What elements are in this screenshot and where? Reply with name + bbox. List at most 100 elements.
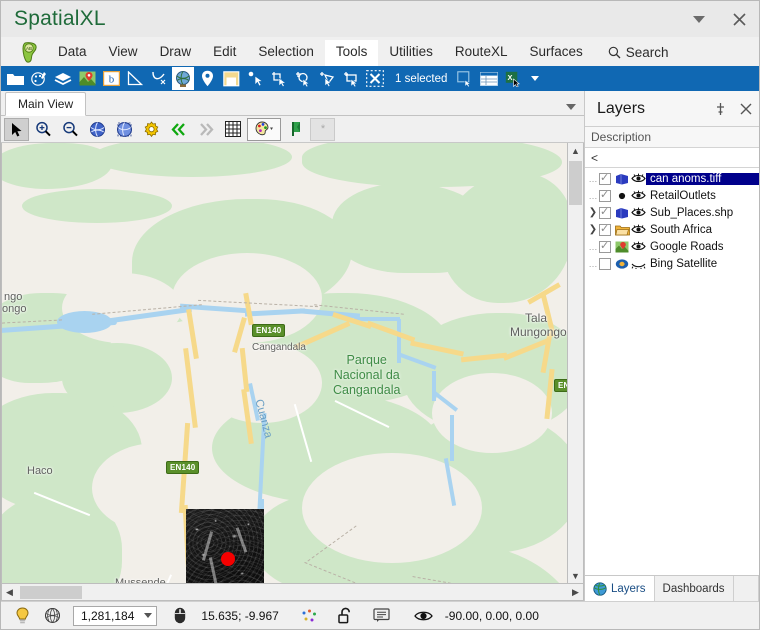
- menu-item-tools[interactable]: Tools: [324, 40, 379, 66]
- layer-visibility-off-icon[interactable]: [630, 258, 646, 269]
- chevron-down-icon: [693, 15, 705, 23]
- view-settings-gear-icon[interactable]: [139, 118, 164, 141]
- layers-column-header[interactable]: Description: [585, 127, 759, 148]
- scroll-up-icon[interactable]: ▲: [568, 143, 583, 158]
- copy-selection-icon[interactable]: [454, 67, 476, 90]
- raster-overlay-can-anoms[interactable]: [186, 509, 264, 583]
- map-vertical-scrollbar[interactable]: ▲ ▼: [568, 143, 584, 584]
- layers-panel-close-button[interactable]: [733, 96, 759, 122]
- select-circle-icon[interactable]: [292, 67, 314, 90]
- unlocked-icon[interactable]: [331, 607, 361, 624]
- layer-row-retail-outlets[interactable]: … RetailOutlets: [585, 187, 759, 204]
- tab-main-view[interactable]: Main View: [5, 92, 87, 116]
- scroll-down-icon[interactable]: ▼: [568, 568, 583, 583]
- ribbon-overflow-icon[interactable]: [531, 76, 540, 81]
- menu-item-utilities[interactable]: Utilities: [378, 40, 444, 66]
- message-icon[interactable]: [367, 608, 397, 623]
- select-polygon-icon[interactable]: [316, 67, 338, 90]
- menu-item-view[interactable]: View: [98, 40, 149, 66]
- select-rectangle-icon[interactable]: [268, 67, 290, 90]
- note-window-icon[interactable]: [220, 67, 242, 90]
- globe-wireframe-icon[interactable]: [37, 607, 67, 624]
- location-marker-icon[interactable]: [196, 67, 218, 90]
- layer-row-sub-places[interactable]: ❯ Sub_Places.shp: [585, 204, 759, 221]
- select-point-icon[interactable]: [244, 67, 266, 90]
- close-button[interactable]: [719, 1, 759, 37]
- search-box[interactable]: Search: [594, 41, 679, 66]
- clear-selection-icon[interactable]: [364, 67, 386, 90]
- expand-arrow-icon[interactable]: ❯: [587, 207, 599, 218]
- select-box-icon[interactable]: [340, 67, 362, 90]
- menu-item-surfaces[interactable]: Surfaces: [518, 40, 593, 66]
- minimize-button[interactable]: [679, 1, 719, 37]
- svg-text:X: X: [507, 72, 512, 81]
- open-folder-icon[interactable]: [4, 67, 26, 90]
- menu-item-routexl[interactable]: RouteXL: [444, 40, 519, 66]
- attribute-table-icon[interactable]: [478, 67, 500, 90]
- lightbulb-icon[interactable]: [7, 606, 37, 625]
- layer-visibility-icon[interactable]: [630, 173, 646, 184]
- pin-button[interactable]: [707, 96, 733, 122]
- tab-layers[interactable]: Layers: [585, 576, 655, 601]
- application-window: SpatialXL AB Data View Draw Edit Selecti…: [0, 0, 760, 630]
- zoom-out-icon[interactable]: [58, 118, 83, 141]
- view-toolbar: *: [1, 116, 584, 143]
- map-horizontal-scrollbar[interactable]: ◀ ▶: [1, 584, 584, 601]
- measure-angle-icon[interactable]: [124, 67, 146, 90]
- tab-dashboards[interactable]: Dashboards: [654, 576, 734, 601]
- globe-3d-icon[interactable]: [172, 67, 194, 90]
- layers-collapse-row[interactable]: <: [585, 148, 759, 168]
- selected-point-marker[interactable]: [221, 552, 235, 566]
- layer-visibility-icon[interactable]: [630, 207, 646, 218]
- layer-visibility-icon[interactable]: [630, 224, 646, 235]
- menu-item-draw[interactable]: Draw: [149, 40, 203, 66]
- grid-icon[interactable]: [220, 118, 245, 141]
- layer-visibility-icon[interactable]: [630, 241, 646, 252]
- menu-item-edit[interactable]: Edit: [202, 40, 247, 66]
- scroll-left-icon[interactable]: ◀: [2, 585, 17, 600]
- menu-item-data[interactable]: Data: [47, 40, 98, 66]
- expand-arrow-icon[interactable]: ❯: [587, 224, 599, 235]
- layer-checkbox[interactable]: [599, 171, 611, 185]
- zoom-extents-icon[interactable]: [85, 118, 110, 141]
- africa-logo-icon[interactable]: AB: [13, 39, 47, 65]
- previous-view-icon[interactable]: [166, 118, 191, 141]
- zoom-layer-icon[interactable]: [112, 118, 137, 141]
- layer-checkbox[interactable]: [599, 257, 611, 270]
- layer-checkbox[interactable]: [599, 188, 611, 202]
- scroll-right-icon[interactable]: ▶: [568, 585, 583, 600]
- layers-stack-icon[interactable]: [52, 67, 74, 90]
- zoom-in-icon[interactable]: [31, 118, 56, 141]
- layer-row-can-anoms[interactable]: … can anoms.tiff: [585, 170, 759, 187]
- menu-item-selection[interactable]: Selection: [247, 40, 325, 66]
- vertical-scroll-thumb[interactable]: [569, 161, 582, 205]
- tabstrip-overflow-icon[interactable]: [566, 104, 576, 110]
- theme-palette-icon[interactable]: [247, 117, 281, 141]
- layer-checkbox[interactable]: [599, 205, 611, 219]
- curve-tool-icon[interactable]: [148, 67, 170, 90]
- layer-checkbox[interactable]: [599, 222, 611, 236]
- layer-checkbox[interactable]: [599, 239, 611, 253]
- layer-row-bing-satellite[interactable]: … Bing Satellite: [585, 255, 759, 272]
- main-body: Main View * ngo ongo Haco Mussende Canga…: [1, 91, 759, 601]
- map-canvas[interactable]: ngo ongo Haco Mussende Cangandala Tala M…: [1, 143, 568, 584]
- layer-visibility-icon[interactable]: [630, 190, 646, 201]
- layer-row-google-roads[interactable]: … Google Roads: [585, 238, 759, 255]
- snap-points-icon[interactable]: [295, 609, 325, 623]
- bookmark-flag-icon[interactable]: [283, 118, 308, 141]
- bing-maps-icon[interactable]: b: [100, 67, 122, 90]
- map-pin-image-icon[interactable]: [76, 67, 98, 90]
- palette-pen-icon[interactable]: [28, 67, 50, 90]
- pointer-tool-icon[interactable]: [4, 117, 29, 141]
- horizontal-scroll-thumb[interactable]: [20, 586, 82, 599]
- export-excel-icon[interactable]: X: [502, 67, 524, 90]
- next-view-icon[interactable]: [193, 118, 218, 141]
- eye-icon[interactable]: [409, 609, 439, 623]
- map-scale-combo[interactable]: 1,281,184: [73, 605, 158, 626]
- layer-row-south-africa[interactable]: ❯ South Africa: [585, 221, 759, 238]
- chevron-down-icon[interactable]: [144, 613, 153, 618]
- place-label: Mungongo: [510, 325, 567, 339]
- close-icon: [732, 12, 746, 26]
- favourite-star-icon[interactable]: *: [310, 117, 335, 141]
- place-label: Mussende: [115, 577, 166, 584]
